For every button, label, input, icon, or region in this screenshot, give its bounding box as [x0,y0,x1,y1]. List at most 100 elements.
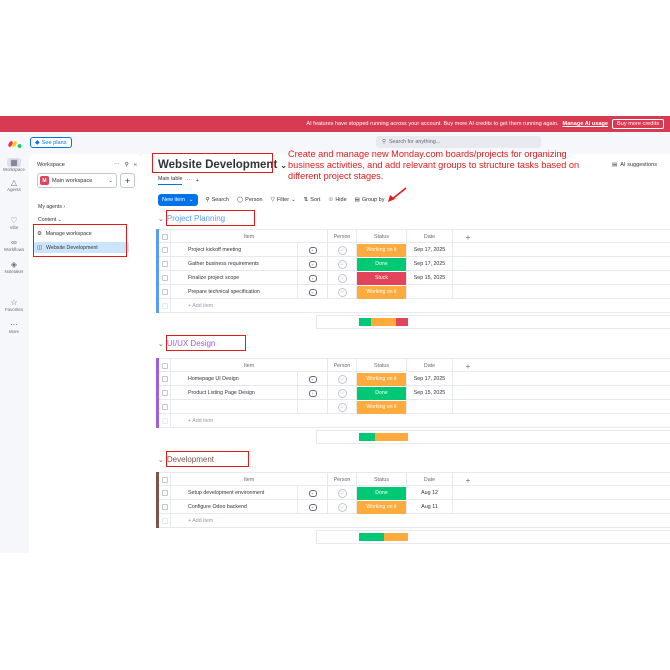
status-cell[interactable]: Working on it [357,285,407,299]
person-cell[interactable]: ☺ [328,486,357,500]
add-item-row[interactable]: + Add item [159,299,670,313]
table-row[interactable]: Setup development environment + ☺ Done Aug 1… [159,486,670,500]
add-item-row[interactable]: + Add item [159,514,670,528]
filter-button[interactable]: ▽ Filter ⌄ [271,197,296,203]
add-item-input[interactable]: + Add item [188,418,213,424]
column-header-item[interactable]: Item [171,230,328,244]
see-plans-button[interactable]: ◆ See plans [30,137,72,148]
column-header-status[interactable]: Status [357,359,407,373]
status-cell[interactable]: Working on it [357,400,407,414]
select-all-checkbox[interactable] [159,230,171,244]
row-checkbox[interactable] [159,372,171,386]
add-item-input[interactable]: + Add item [188,303,213,309]
person-cell[interactable]: ☺ [328,400,357,414]
add-column-button[interactable]: + [453,359,483,373]
table-row[interactable]: Finalize project scope + ☺ Stuck Sep 15, 202… [159,271,670,285]
column-header-date[interactable]: Date [407,230,453,244]
workspace-select[interactable]: M Main workspace ⌄ [37,173,117,188]
global-search-input[interactable]: ⚲ Search for anything... [376,136,541,148]
add-item-row[interactable]: + Add item [159,414,670,428]
item-name[interactable]: Product Listing Page Design [171,386,298,400]
content-section[interactable]: Content ⌄ [38,217,62,223]
rail-item-notetaker[interactable]: ◈ Notetaker [0,260,28,274]
table-row[interactable]: Prepare technical specification + ☺ Working… [159,285,670,299]
status-cell[interactable]: Working on it [357,500,407,514]
tab-main-table[interactable]: Main table [158,176,183,185]
rail-item-more[interactable]: ⋯ More [0,320,28,334]
item-name[interactable]: Gather business requirements [171,257,298,271]
item-name[interactable]: Configure Odoo backend [171,500,298,514]
table-row[interactable]: Configure Odoo backend + ☺ Working on it Aug… [159,500,670,514]
row-checkbox[interactable] [159,486,171,500]
person-cell[interactable]: ☺ [328,386,357,400]
buy-more-credits-button[interactable]: Buy more credits [612,119,664,129]
column-header-item[interactable]: Item [171,359,328,373]
row-checkbox[interactable] [159,243,171,257]
conversation-button[interactable]: + [298,271,328,285]
person-cell[interactable]: ☺ [328,271,357,285]
rail-item-agents[interactable]: △ Agents [0,178,28,192]
group-by-button[interactable]: ▤ Group by [355,197,385,203]
date-cell[interactable]: Sep 15, 2025 [407,386,453,400]
column-header-status[interactable]: Status [357,230,407,244]
table-row[interactable]: Gather business requirements + ☺ Done Sep 17… [159,257,670,271]
date-cell[interactable] [407,400,453,414]
person-filter-button[interactable]: ◯ Person [237,197,263,203]
row-checkbox[interactable] [159,271,171,285]
person-cell[interactable]: ☺ [328,372,357,386]
rail-item-vibe[interactable]: ♡ Vibe [0,216,28,230]
ai-suggestions-button[interactable]: ▤ AI suggestions [612,162,657,168]
item-name[interactable]: Homepage UI Design [171,372,298,386]
conversation-button[interactable]: + [298,257,328,271]
row-checkbox[interactable] [159,257,171,271]
table-row[interactable]: Homepage UI Design + ☺ Working on it Sep 17,… [159,372,670,386]
row-checkbox[interactable] [159,400,171,414]
row-checkbox[interactable] [159,285,171,299]
more-icon[interactable]: ⋯ [186,178,191,184]
add-workspace-button[interactable]: + [120,173,135,188]
status-cell[interactable]: Done [357,386,407,400]
item-name[interactable] [171,400,298,414]
rail-item-workflows[interactable]: ∞ Workflows [0,238,28,252]
item-name[interactable]: Project kickoff meeting [171,243,298,257]
manage-ai-usage-link[interactable]: Manage AI usage [563,121,609,127]
my-agents-section[interactable]: My agents › [38,204,65,210]
column-header-status[interactable]: Status [357,473,407,487]
add-column-button[interactable]: + [453,230,483,244]
table-row[interactable]: Project kickoff meeting + ☺ Working on it Se… [159,243,670,257]
status-summary-bar[interactable] [359,318,408,326]
status-summary-bar[interactable] [359,433,408,441]
select-all-checkbox[interactable] [159,359,171,373]
person-cell[interactable]: ☺ [328,257,357,271]
monday-logo[interactable] [8,137,22,149]
status-cell[interactable]: Done [357,257,407,271]
item-name[interactable]: Prepare technical specification [171,285,298,299]
column-header-person[interactable]: Person [328,230,357,244]
conversation-button[interactable]: + [298,500,328,514]
column-header-item[interactable]: Item [171,473,328,487]
date-cell[interactable]: Sep 17, 2025 [407,372,453,386]
search-icon[interactable]: ⚲ [125,162,129,168]
column-header-person[interactable]: Person [328,473,357,487]
sort-button[interactable]: ⇅ Sort [304,197,321,203]
date-cell[interactable]: Sep 15, 2025 [407,271,453,285]
search-button[interactable]: ⚲ Search [206,197,229,203]
row-checkbox[interactable] [159,386,171,400]
hide-button[interactable]: ☉ Hide [328,197,346,203]
date-cell[interactable]: Sep 17, 2025 [407,243,453,257]
more-icon[interactable]: ⋯ [114,162,120,168]
add-column-button[interactable]: + [453,473,483,487]
select-all-checkbox[interactable] [159,473,171,487]
person-cell[interactable]: ☺ [328,500,357,514]
collapse-icon[interactable]: « [134,162,137,168]
row-checkbox[interactable] [159,500,171,514]
person-cell[interactable]: ☺ [328,243,357,257]
conversation-button[interactable] [298,400,328,414]
date-cell[interactable] [407,285,453,299]
add-item-input[interactable]: + Add item [188,518,213,524]
conversation-button[interactable]: + [298,372,328,386]
conversation-button[interactable]: + [298,386,328,400]
column-header-date[interactable]: Date [407,359,453,373]
date-cell[interactable]: Sep 17, 2025 [407,257,453,271]
table-row[interactable]: ☺ Working on it [159,400,670,414]
